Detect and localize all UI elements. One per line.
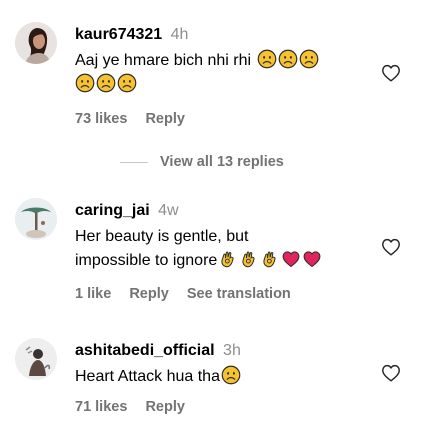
reply-button[interactable]: Reply bbox=[129, 286, 169, 302]
sad-face-emoji-icon bbox=[75, 73, 95, 93]
red-heart-emoji-icon bbox=[302, 249, 322, 269]
likes-count[interactable]: 71 likes bbox=[75, 399, 127, 415]
reply-button[interactable]: Reply bbox=[145, 399, 185, 415]
divider bbox=[120, 161, 148, 163]
comment-text-line: Aaj ye hmare bich nhi rhi bbox=[75, 52, 252, 69]
sad-face-emoji-icon bbox=[299, 49, 319, 69]
avatar-image-icon bbox=[15, 198, 57, 240]
sad-face-emoji-icon bbox=[257, 49, 277, 69]
comment-text: Her beauty is gentle, but impossible to … bbox=[75, 225, 365, 273]
reply-button[interactable]: Reply bbox=[145, 111, 185, 127]
ok-hand-emoji-icon bbox=[260, 249, 280, 269]
like-heart-icon[interactable] bbox=[380, 236, 402, 258]
view-replies-button[interactable]: View all 13 replies bbox=[120, 154, 284, 170]
avatar-image-icon bbox=[15, 338, 57, 380]
comment-text-line: Heart Attack hua tha bbox=[75, 368, 220, 385]
comment-username[interactable]: caring_jai bbox=[75, 202, 150, 219]
comment-username[interactable]: ashitabedi_official bbox=[75, 342, 215, 359]
ok-hand-emoji-icon bbox=[218, 249, 238, 269]
avatar-image-icon bbox=[15, 22, 57, 64]
red-heart-emoji-icon bbox=[281, 249, 301, 269]
comment-timestamp: 4w bbox=[158, 202, 179, 219]
sad-face-emoji-icon bbox=[278, 49, 298, 69]
comment-timestamp: 3h bbox=[223, 342, 241, 359]
sad-face-emoji-icon bbox=[221, 365, 241, 385]
comment-text: Aaj ye hmare bich nhi rhi bbox=[75, 49, 365, 97]
comment-text: Heart Attack hua tha bbox=[75, 365, 365, 389]
comment-timestamp: 4h bbox=[170, 26, 189, 43]
avatar[interactable] bbox=[15, 338, 57, 380]
sad-face-emoji-icon bbox=[117, 73, 137, 93]
likes-count[interactable]: 1 like bbox=[75, 286, 111, 302]
like-heart-icon[interactable] bbox=[380, 62, 402, 84]
avatar[interactable] bbox=[15, 198, 57, 240]
comment-username[interactable]: kaur674321 bbox=[75, 26, 162, 43]
comment-text-line: impossible to ignore bbox=[75, 252, 218, 269]
avatar[interactable] bbox=[15, 22, 57, 64]
comment-text-line: Her beauty is gentle, but bbox=[75, 228, 249, 245]
like-heart-icon[interactable] bbox=[380, 362, 402, 384]
sad-face-emoji-icon bbox=[96, 73, 116, 93]
likes-count[interactable]: 73 likes bbox=[75, 111, 127, 127]
see-translation-button[interactable]: See translation bbox=[187, 286, 291, 302]
ok-hand-emoji-icon bbox=[239, 249, 259, 269]
view-replies-label: View all 13 replies bbox=[160, 154, 284, 170]
